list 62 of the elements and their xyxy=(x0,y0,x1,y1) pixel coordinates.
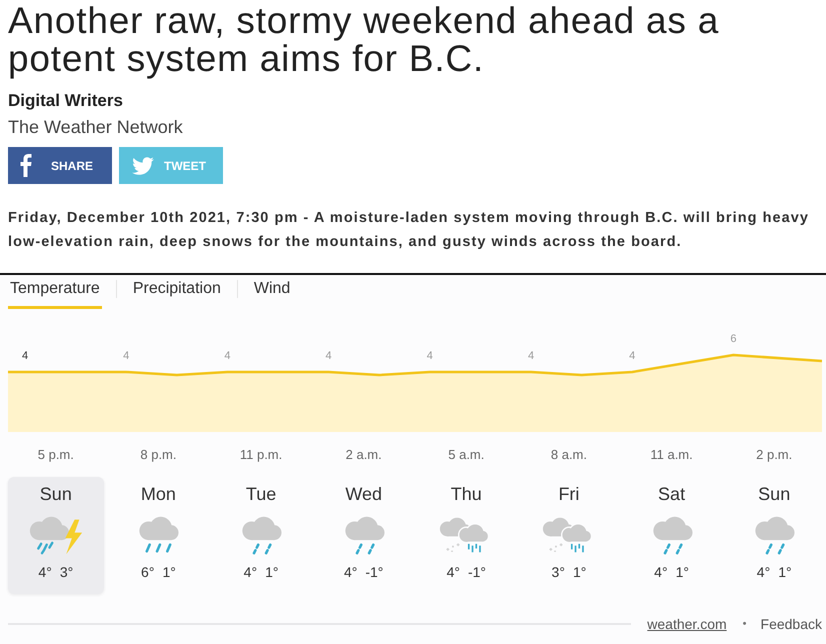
time-label: 8 a.m. xyxy=(550,447,587,462)
day-name: Sat xyxy=(658,483,686,505)
temperature-label: 4 xyxy=(22,350,28,362)
day-name: Thu xyxy=(450,483,482,505)
article-title: Another raw, stormy weekend ahead as a potent system aims for B.C. xyxy=(8,0,720,78)
time-label: 2 a.m. xyxy=(346,447,382,462)
time-label: 2 p.m. xyxy=(756,447,792,462)
temperature-label: 4 xyxy=(326,350,332,362)
low-temp: 1° xyxy=(572,563,586,581)
separator-dot: • xyxy=(742,618,747,630)
day-name: Mon xyxy=(140,483,176,505)
high-temp: 6° xyxy=(141,563,154,581)
day-forecast[interactable]: Sat 4° 1° xyxy=(624,477,720,594)
day-forecast[interactable]: Mon 6° 1° xyxy=(110,477,206,594)
time-label: 8 p.m. xyxy=(140,447,176,462)
day-name: Wed xyxy=(345,483,382,505)
twitter-icon xyxy=(132,156,154,174)
source-name: The Weather Network xyxy=(8,116,183,138)
time-label: 5 a.m. xyxy=(448,447,484,462)
high-temp: 4° xyxy=(344,563,358,581)
time-label: 5 p.m. xyxy=(38,447,74,462)
high-temp: 4° xyxy=(446,563,460,581)
feedback-link[interactable]: Feedback xyxy=(760,615,822,633)
temperature-label: 4 xyxy=(528,350,534,362)
time-label: 11 a.m. xyxy=(650,447,693,462)
day-forecast[interactable]: Sun 4° 3° xyxy=(8,477,104,594)
day-forecast[interactable]: Wed 4° -1° xyxy=(316,477,412,594)
time-label: 11 p.m. xyxy=(240,447,282,462)
weather-link[interactable]: weather.com xyxy=(647,615,727,633)
temperature-label: 4 xyxy=(123,350,130,362)
facebook-icon xyxy=(20,154,32,177)
low-temp: 1° xyxy=(162,563,176,581)
day-forecast[interactable]: Tue 4° 1° xyxy=(213,477,309,594)
low-temp: 3° xyxy=(60,563,74,581)
day-name: Sun xyxy=(758,483,790,505)
temperature-label: 4 xyxy=(224,350,230,362)
share-button[interactable]: SHARE xyxy=(8,147,112,184)
low-temp: 1° xyxy=(676,563,689,581)
tab[interactable]: Precipitation xyxy=(130,279,223,309)
low-temp: 1° xyxy=(265,563,278,581)
day-name: Tue xyxy=(246,483,276,505)
temperature-label: 4 xyxy=(426,350,433,362)
tab[interactable]: Wind xyxy=(252,279,292,309)
high-temp: 4° xyxy=(244,563,258,581)
tab[interactable]: Temperature xyxy=(8,279,102,309)
low-temp: 1° xyxy=(778,563,792,581)
high-temp: 4° xyxy=(38,563,52,581)
temperature-label: 6 xyxy=(730,333,736,345)
high-temp: 4° xyxy=(654,563,668,581)
temperature-label: 4 xyxy=(629,350,636,362)
article-summary: Friday, December 10th 2021, 7:30 pm - A moisture-laden system moving through B.C. will bring heavy low-elevation rain, deep snows for the mountains, and gusty winds across the board. xyxy=(8,209,810,252)
low-temp: -1° xyxy=(468,563,486,581)
low-temp: -1° xyxy=(365,563,384,581)
day-name: Sun xyxy=(40,483,72,505)
high-temp: 3° xyxy=(552,563,565,581)
day-forecast[interactable]: Thu 4° -1° xyxy=(418,477,514,594)
author-name: Digital Writers xyxy=(8,91,123,111)
day-forecast[interactable]: Fri 3° 1° xyxy=(521,477,617,594)
high-temp: 4° xyxy=(756,563,770,581)
storm-cloud-icon xyxy=(28,514,84,555)
day-name: Fri xyxy=(558,483,580,505)
day-forecast[interactable]: Sun 4° 1° xyxy=(726,477,822,594)
